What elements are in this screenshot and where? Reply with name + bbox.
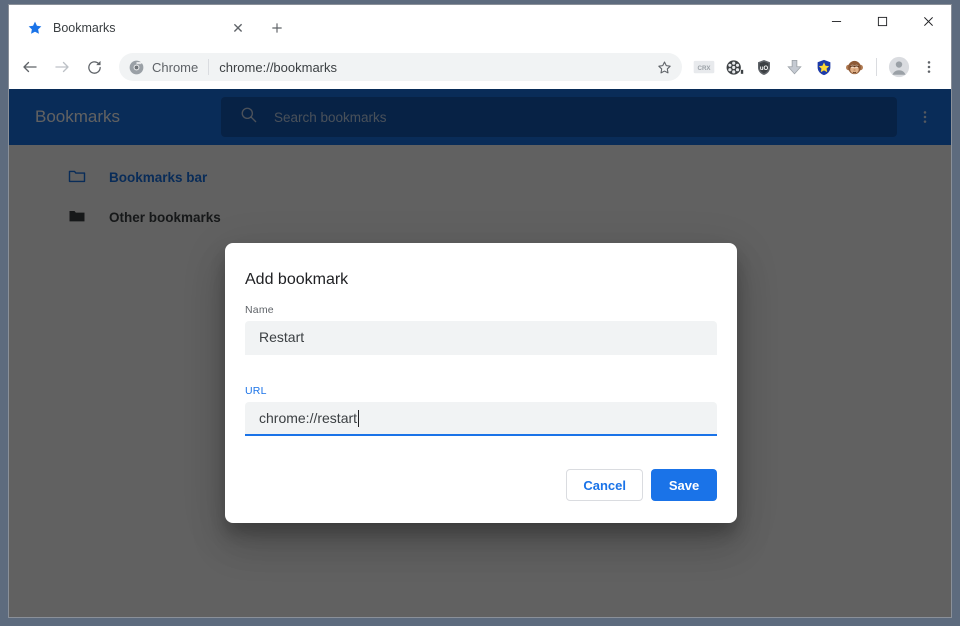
name-field-group: Name Restart bbox=[245, 304, 717, 355]
omnibox-divider bbox=[208, 59, 210, 75]
star-badge-extension-icon[interactable] bbox=[812, 55, 836, 79]
profile-avatar[interactable] bbox=[887, 55, 911, 79]
tab-strip: Bookmarks ✕ bbox=[9, 5, 951, 45]
minimize-button[interactable] bbox=[813, 5, 859, 37]
reload-icon[interactable] bbox=[79, 52, 109, 82]
maximize-button[interactable] bbox=[859, 5, 905, 37]
forward-icon[interactable] bbox=[47, 52, 77, 82]
close-button[interactable] bbox=[905, 5, 951, 37]
window-controls bbox=[813, 5, 951, 37]
crx-extension-icon[interactable]: CRX bbox=[692, 55, 716, 79]
back-icon[interactable] bbox=[15, 52, 45, 82]
name-input-value: Restart bbox=[259, 329, 305, 345]
chrome-scheme-label: Chrome bbox=[152, 59, 199, 75]
film-reel-extension-icon[interactable] bbox=[722, 55, 746, 79]
field-spacer bbox=[245, 359, 717, 385]
download-arrow-extension-icon[interactable] bbox=[782, 55, 806, 79]
chrome-logo-icon bbox=[129, 60, 144, 74]
cancel-button[interactable]: Cancel bbox=[566, 469, 643, 501]
star-icon bbox=[27, 20, 43, 36]
bookmark-manager-page: Bookmarks Search bookmarks bbox=[9, 89, 951, 617]
dialog-actions: Cancel Save bbox=[245, 469, 717, 501]
browser-menu-icon[interactable] bbox=[917, 55, 941, 79]
dialog-title: Add bookmark bbox=[245, 271, 349, 288]
omnibox[interactable]: Chrome chrome://bookmarks bbox=[119, 53, 682, 81]
text-caret bbox=[358, 409, 360, 427]
toolbar-divider bbox=[876, 58, 877, 76]
tab-title: Bookmarks bbox=[53, 21, 116, 35]
new-tab-button[interactable] bbox=[263, 14, 291, 42]
name-field-label: Name bbox=[245, 304, 274, 316]
close-icon[interactable]: ✕ bbox=[229, 19, 247, 37]
url-field-group: URL chrome://restart bbox=[245, 385, 717, 436]
url-input-value: chrome://restart bbox=[259, 410, 358, 426]
browser-toolbar: Chrome chrome://bookmarks CRX uO bbox=[9, 45, 951, 89]
ublock-origin-extension-icon[interactable]: uO bbox=[752, 55, 776, 79]
chrome-scheme-chip: Chrome bbox=[129, 60, 198, 75]
tab-bookmarks[interactable]: Bookmarks ✕ bbox=[9, 11, 257, 45]
svg-text:uO: uO bbox=[760, 65, 769, 71]
save-button[interactable]: Save bbox=[651, 469, 717, 501]
svg-text:CRX: CRX bbox=[697, 65, 711, 72]
add-bookmark-dialog: Add bookmark Name Restart URL chrome://r… bbox=[225, 243, 737, 523]
omnibox-url: chrome://bookmarks bbox=[219, 59, 338, 75]
url-input[interactable]: chrome://restart bbox=[245, 402, 717, 436]
name-input[interactable]: Restart bbox=[245, 321, 717, 355]
monkey-extension-icon[interactable] bbox=[842, 55, 866, 79]
browser-window: Bookmarks ✕ Chrome chrome://bookmarks CR… bbox=[8, 4, 952, 618]
url-field-label: URL bbox=[245, 385, 267, 397]
bookmark-star-icon[interactable] bbox=[652, 55, 676, 79]
